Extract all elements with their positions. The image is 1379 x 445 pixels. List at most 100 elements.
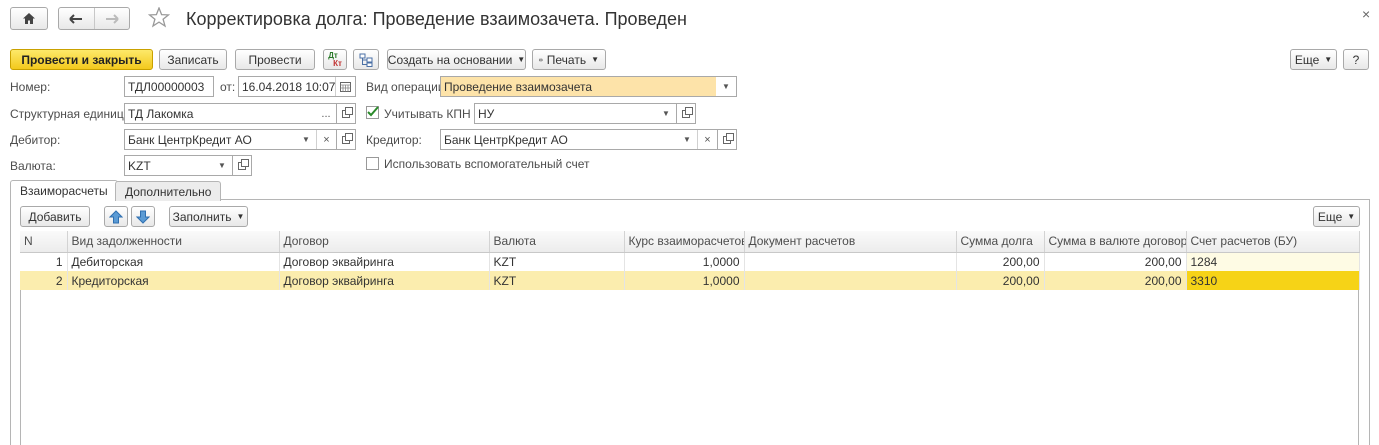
currency-open-icon[interactable] xyxy=(233,155,252,176)
chevron-down-icon: ▼ xyxy=(1324,55,1333,64)
tab-settlements[interactable]: Взаиморасчеты xyxy=(10,180,118,201)
chevron-down-icon[interactable]: ▼ xyxy=(716,77,736,96)
col-kind[interactable]: Вид задолженности xyxy=(67,231,280,253)
operation-select[interactable]: Проведение взаимозачета ▼ xyxy=(440,76,737,97)
cell-n[interactable]: 2 xyxy=(20,271,68,290)
move-down-button[interactable] xyxy=(131,206,155,227)
more-button[interactable]: Еще ▼ xyxy=(1290,49,1337,70)
table-more-label: Еще xyxy=(1317,209,1343,224)
table-more-button[interactable]: Еще ▼ xyxy=(1313,206,1360,227)
home-button[interactable] xyxy=(10,7,48,30)
creditor-field[interactable]: Банк ЦентрКредит АО ▼ × xyxy=(440,129,718,150)
fill-label: Заполнить xyxy=(172,209,232,224)
number-field[interactable]: ТДЛ00000003 xyxy=(124,76,214,97)
help-button[interactable]: ? xyxy=(1343,49,1369,70)
cell-kind[interactable]: Кредиторская xyxy=(67,271,280,290)
create-based-on-label: Создать на основании xyxy=(387,52,513,67)
close-icon[interactable]: × xyxy=(1362,6,1370,22)
print-button[interactable]: Печать ▼ xyxy=(532,49,606,70)
cell-amount-contract[interactable]: 200,00 xyxy=(1044,271,1187,290)
cell-contract[interactable]: Договор эквайринга xyxy=(279,252,490,271)
nav-back-forward xyxy=(58,7,130,30)
add-button[interactable]: Добавить xyxy=(20,206,90,227)
col-n[interactable]: N xyxy=(20,231,68,253)
chevron-down-icon: ▼ xyxy=(517,55,526,64)
cell-currency[interactable]: KZT xyxy=(489,252,625,271)
fill-button[interactable]: Заполнить ▼ xyxy=(169,206,248,227)
debtor-field[interactable]: Банк ЦентрКредит АО ▼ × xyxy=(124,129,337,150)
chevron-down-icon[interactable]: ▼ xyxy=(677,130,697,149)
debtor-label: Дебитор: xyxy=(10,133,61,147)
currency-label: Валюта: xyxy=(10,159,56,173)
dt-kt-button[interactable]: Дт Кт xyxy=(323,49,347,70)
creditor-value: Банк ЦентрКредит АО xyxy=(444,132,568,147)
col-rate[interactable]: Курс взаиморасчетов xyxy=(624,231,745,253)
cell-doc[interactable] xyxy=(744,252,957,271)
cell-amount[interactable]: 200,00 xyxy=(956,252,1045,271)
kpn-checkbox[interactable] xyxy=(366,106,379,119)
post-button[interactable]: Провести xyxy=(235,49,315,70)
cell-kind[interactable]: Дебиторская xyxy=(67,252,280,271)
aux-account-checkbox[interactable] xyxy=(366,157,379,170)
chevron-down-icon[interactable]: ▼ xyxy=(212,156,232,175)
cell-doc[interactable] xyxy=(744,271,957,290)
clear-icon[interactable]: × xyxy=(697,130,717,149)
create-based-on-button[interactable]: Создать на основании ▼ xyxy=(387,49,526,70)
calendar-icon[interactable] xyxy=(335,77,355,96)
structure-button[interactable] xyxy=(353,49,379,70)
cell-contract[interactable]: Договор эквайринга xyxy=(279,271,490,290)
currency-value: KZT xyxy=(128,158,151,173)
chevron-down-icon: ▼ xyxy=(591,55,599,64)
cell-rate[interactable]: 1,0000 xyxy=(624,271,745,290)
chevron-down-icon[interactable]: ▼ xyxy=(656,104,676,123)
checkmark-icon xyxy=(367,106,379,117)
creditor-open-icon[interactable] xyxy=(718,129,737,150)
col-doc[interactable]: Документ расчетов xyxy=(744,231,957,253)
cell-amount[interactable]: 200,00 xyxy=(956,271,1045,290)
cell-amount-contract[interactable]: 200,00 xyxy=(1044,252,1187,271)
debtor-open-icon[interactable] xyxy=(337,129,356,150)
currency-select[interactable]: KZT ▼ xyxy=(124,155,233,176)
clear-icon[interactable]: × xyxy=(316,130,336,149)
arrow-up-icon xyxy=(109,209,123,223)
table-row[interactable]: 1 Дебиторская Договор эквайринга KZT 1,0… xyxy=(20,252,1360,271)
cell-account[interactable]: 3310 xyxy=(1186,271,1360,290)
date-field[interactable]: 16.04.2018 10:07:4 xyxy=(238,76,356,97)
table-header: N Вид задолженности Договор Валюта Курс … xyxy=(20,231,1360,253)
unit-open-icon[interactable] xyxy=(337,103,356,124)
chevron-down-icon[interactable]: ▼ xyxy=(296,130,316,149)
tab-additional[interactable]: Дополнительно xyxy=(115,181,222,201)
forward-arrow-icon[interactable] xyxy=(95,8,130,29)
kpn-open-icon[interactable] xyxy=(677,103,696,124)
col-account[interactable]: Счет расчетов (БУ) xyxy=(1186,231,1360,253)
more-label: Еще xyxy=(1294,52,1320,67)
col-contract[interactable]: Договор xyxy=(279,231,490,253)
unit-label: Структурная единица: xyxy=(10,107,134,121)
unit-field[interactable]: ТД Лакомка ... xyxy=(124,103,337,124)
cell-rate[interactable]: 1,0000 xyxy=(624,252,745,271)
arrow-down-icon xyxy=(136,210,150,224)
cell-account[interactable]: 1284 xyxy=(1186,252,1360,271)
table-row[interactable]: 2 Кредиторская Договор эквайринга KZT 1,… xyxy=(20,271,1360,290)
back-arrow-icon[interactable] xyxy=(59,8,95,29)
save-button[interactable]: Записать xyxy=(159,49,227,70)
hierarchy-icon xyxy=(359,53,373,67)
select-ellipsis-icon[interactable]: ... xyxy=(316,104,336,123)
kpn-select[interactable]: НУ ▼ xyxy=(474,103,677,124)
cell-n[interactable]: 1 xyxy=(20,252,68,271)
creditor-label: Кредитор: xyxy=(366,133,422,147)
cell-currency[interactable]: KZT xyxy=(489,271,625,290)
operation-label: Вид операции: xyxy=(366,80,448,94)
post-and-close-button[interactable]: Провести и закрыть xyxy=(10,49,153,70)
unit-value: ТД Лакомка xyxy=(128,106,194,121)
move-up-button[interactable] xyxy=(104,206,128,227)
print-label: Печать xyxy=(546,52,587,67)
date-label: от: xyxy=(220,80,236,94)
col-amount[interactable]: Сумма долга xyxy=(956,231,1045,253)
favorite-star-icon[interactable] xyxy=(147,6,171,31)
number-label: Номер: xyxy=(10,80,51,94)
operation-value: Проведение взаимозачета xyxy=(441,77,716,96)
col-amount-contract[interactable]: Сумма в валюте договора xyxy=(1044,231,1187,253)
col-currency[interactable]: Валюта xyxy=(489,231,625,253)
printer-icon xyxy=(539,58,543,61)
